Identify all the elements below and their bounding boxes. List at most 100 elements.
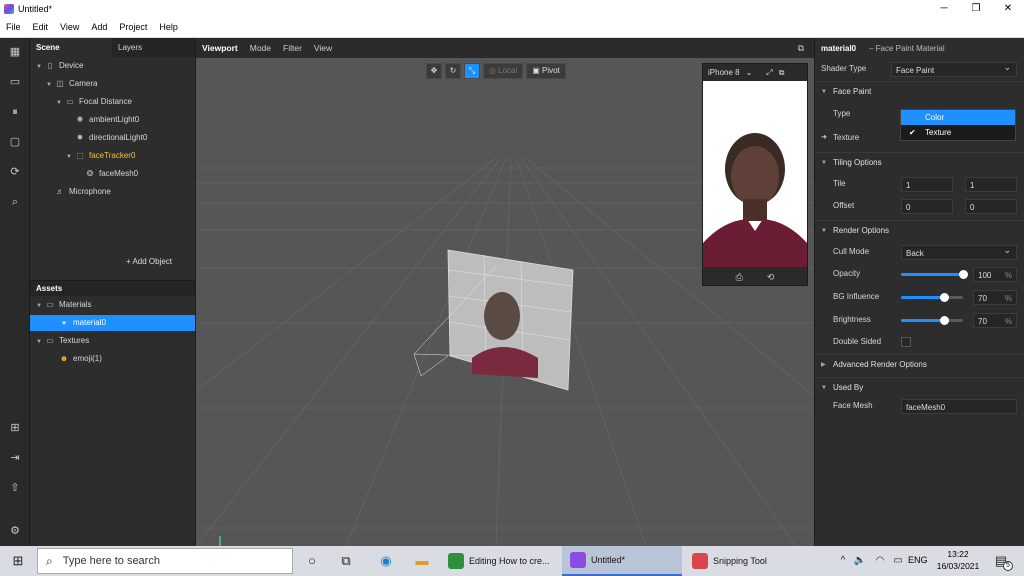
taskbar-search-input[interactable]: ⌕ Type here to search xyxy=(37,548,293,574)
restart-icon[interactable]: ⟲ xyxy=(767,272,775,283)
brightness-knob[interactable] xyxy=(939,316,949,325)
opacity-field[interactable]: 100% xyxy=(973,267,1017,282)
chevron-down-icon[interactable]: ▼ xyxy=(46,77,54,93)
tile-y-field[interactable]: 1 xyxy=(965,177,1017,192)
maximize-icon[interactable]: ❐ xyxy=(960,0,992,17)
scene-tree-item[interactable]: ❂ faceMesh0 xyxy=(76,166,139,182)
brightness-field[interactable]: 70% xyxy=(973,313,1017,328)
move-tool-icon[interactable]: ✥ xyxy=(426,63,442,79)
local-toggle[interactable]: ◎ Local xyxy=(483,63,523,79)
tile-x-field[interactable]: 1 xyxy=(901,177,953,192)
offset-x-field[interactable]: 0 xyxy=(901,199,953,214)
cortana-icon[interactable]: ○ xyxy=(303,552,321,570)
cull-mode-select[interactable]: Back xyxy=(901,243,1017,260)
shader-type-select[interactable]: Face Paint xyxy=(891,60,1017,77)
menu-help[interactable]: Help xyxy=(153,22,184,32)
taskbar-app[interactable]: Snipping Tool xyxy=(684,546,800,576)
texture-link-icon[interactable]: ➜ xyxy=(821,129,827,147)
opacity-slider[interactable] xyxy=(901,270,968,279)
scene-tree-item[interactable]: ♬ Microphone xyxy=(46,184,111,200)
face-paint-section[interactable]: ▼ Face Paint xyxy=(815,81,1024,101)
add-object-button[interactable]: + Add Object xyxy=(126,257,172,266)
taskbar-app[interactable]: Editing How to cre... xyxy=(440,546,560,576)
settings-icon[interactable]: ⚙ xyxy=(8,524,22,538)
chevron-down-icon[interactable]: ▼ xyxy=(36,334,44,350)
bg-influence-knob[interactable] xyxy=(939,293,949,302)
task-view-icon[interactable]: ⧉ xyxy=(337,552,355,570)
used-by-section[interactable]: ▼ Used By xyxy=(815,377,1024,397)
asset-tree-item[interactable]: ☻ emoji(1) xyxy=(30,351,195,367)
close-icon[interactable]: ✕ xyxy=(992,0,1024,17)
edge-icon[interactable]: ◉ xyxy=(377,552,395,570)
chevron-down-icon[interactable]: ▼ xyxy=(36,59,44,75)
import-icon[interactable]: ⊞ xyxy=(8,421,22,435)
scene-tree-item[interactable]: ✸ directionalLight0 xyxy=(66,130,148,146)
send-to-device-icon[interactable]: ⇥ xyxy=(8,451,22,465)
menu-project[interactable]: Project xyxy=(113,22,153,32)
chevron-down-icon[interactable]: ▼ xyxy=(36,298,44,314)
offset-y-field[interactable]: 0 xyxy=(965,199,1017,214)
search-icon[interactable]: ⌕ xyxy=(8,195,22,209)
asset-tree-item[interactable]: ▼ ▭ Materials xyxy=(30,297,195,313)
type-option-color[interactable]: Color xyxy=(901,110,1015,125)
menu-view[interactable]: View xyxy=(54,22,85,32)
opacity-knob[interactable] xyxy=(958,270,968,279)
clock[interactable]: 13:22 16/03/2021 xyxy=(930,548,986,572)
wifi-icon[interactable]: ◠ xyxy=(871,552,889,570)
bg-influence-slider[interactable] xyxy=(901,293,963,302)
double-sided-checkbox[interactable] xyxy=(901,337,911,347)
cull-mode-label: Cull Mode xyxy=(833,247,870,256)
type-option-texture[interactable]: ✔ Texture xyxy=(901,125,1015,140)
bg-influence-field[interactable]: 70% xyxy=(973,290,1017,305)
object-type: – Face Paint Material xyxy=(869,44,945,53)
tab-mode[interactable]: Mode xyxy=(244,43,277,53)
scene-tree-item[interactable]: ▼ ▯ Device xyxy=(36,58,83,74)
brightness-slider[interactable] xyxy=(901,316,963,325)
scene-tree-item[interactable]: ✺ ambientLight0 xyxy=(66,112,140,128)
frame-icon[interactable]: ▢ xyxy=(8,135,22,149)
tab-layers[interactable]: Layers xyxy=(112,38,148,57)
rotate-device-icon[interactable]: ⤢ xyxy=(766,68,772,78)
tab-scene[interactable]: Scene xyxy=(30,38,112,57)
export-icon[interactable]: ⇧ xyxy=(8,481,22,495)
chevron-up-icon[interactable]: ^ xyxy=(834,552,852,570)
advanced-render-section[interactable]: ▶ Advanced Render Options xyxy=(815,354,1024,374)
taskbar-app[interactable]: Untitled* xyxy=(562,546,682,576)
chevron-down-icon[interactable]: ▼ xyxy=(66,149,74,165)
scene-tree-item[interactable]: ▼ ◫ Camera xyxy=(46,76,97,92)
scale-tool-icon[interactable]: ⤡ xyxy=(464,63,480,79)
device-selector[interactable]: iPhone 8 ⌄ ⤢ ⧉ xyxy=(703,64,807,81)
scene-tree-item[interactable]: ▼ ▭ Focal Distance xyxy=(56,94,132,110)
refresh-icon[interactable]: ⟳ xyxy=(8,165,22,179)
chevron-down-icon[interactable]: ▼ xyxy=(56,95,64,111)
menu-edit[interactable]: Edit xyxy=(27,22,55,32)
render-options-section[interactable]: ▼ Render Options xyxy=(815,220,1024,240)
menu-add[interactable]: Add xyxy=(85,22,113,32)
asset-tree-item[interactable]: ▼ ▭ Textures xyxy=(30,333,195,349)
pivot-toggle[interactable]: ▣ Pivot xyxy=(526,63,566,79)
battery-icon[interactable]: ▭ xyxy=(889,552,907,570)
tab-viewport[interactable]: Viewport xyxy=(196,43,244,53)
patch-editor-icon[interactable]: ⏸ xyxy=(8,105,22,119)
screenshot-icon[interactable]: ⎙ xyxy=(736,272,743,283)
windows-start-icon[interactable]: ⊞ xyxy=(9,552,27,570)
layout-icon[interactable]: ▦ xyxy=(8,45,22,59)
tab-filter[interactable]: Filter xyxy=(277,43,308,53)
tiling-options-section[interactable]: ▼ Tiling Options xyxy=(815,152,1024,172)
menu-file[interactable]: File xyxy=(0,22,27,32)
face-mesh-field[interactable]: faceMesh0 xyxy=(901,399,1017,414)
video-icon[interactable]: ▭ xyxy=(8,75,22,89)
object-name: material0 xyxy=(821,44,857,53)
tab-view[interactable]: View xyxy=(308,43,338,53)
asset-tree-item[interactable]: ● material0 xyxy=(30,315,195,331)
popout-icon[interactable]: ⧉ xyxy=(792,43,810,54)
popout-icon[interactable]: ⧉ xyxy=(779,68,785,78)
rotate-tool-icon[interactable]: ↻ xyxy=(445,63,461,79)
advanced-title: Advanced Render Options xyxy=(833,360,927,369)
file-explorer-icon[interactable]: ▬ xyxy=(413,552,431,570)
scene-tree-label: Device xyxy=(59,61,84,70)
language-indicator[interactable]: ENG xyxy=(908,555,928,565)
volume-icon[interactable]: 🔈 xyxy=(851,552,869,570)
minimize-icon[interactable]: ─ xyxy=(928,0,960,17)
scene-tree-item[interactable]: ▼ ⬚ faceTracker0 xyxy=(66,148,135,164)
